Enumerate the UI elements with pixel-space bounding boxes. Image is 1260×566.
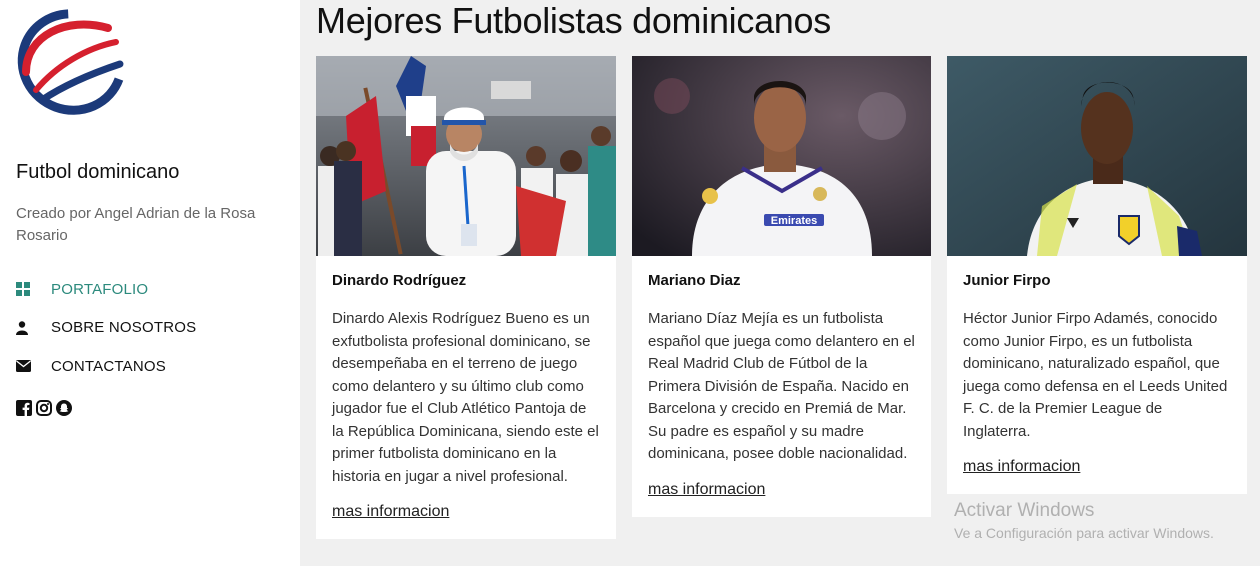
logo-graphic [17,9,127,115]
player-photo [316,56,616,256]
facebook-icon[interactable] [16,400,32,416]
player-description: Héctor Junior Firpo Adamés, conocido com… [963,310,1228,440]
more-info-link[interactable]: mas informacion [332,503,449,521]
activation-watermark-title: Activar Windows [954,500,1095,521]
player-card: Emirates Mariano Diaz Mariano Díaz Mejía… [632,56,931,517]
nav-item-portafolio[interactable]: PORTAFOLIO [16,270,196,309]
player-name: Dinardo Rodríguez [332,272,467,289]
player-description: Mariano Díaz Mejía es un futbolista espa… [648,310,915,462]
user-icon [16,320,36,336]
nav-item-sobre-nosotros[interactable]: SOBRE NOSOTROS [16,309,196,348]
nav-label: PORTAFOLIO [51,280,149,298]
nav-label: SOBRE NOSOTROS [51,319,197,337]
player-card: Junior Firpo Héctor Junior Firpo Adamés,… [947,56,1247,494]
nav-item-contactanos[interactable]: CONTACTANOS [16,347,196,386]
social-links [16,400,72,416]
activation-watermark-subtitle: Ve a Configuración para activar Windows. [954,525,1214,541]
player-description: Dinardo Alexis Rodríguez Bueno es un exf… [332,310,599,485]
grid-icon [16,281,36,297]
svg-text:Emirates: Emirates [771,215,817,227]
credit-text: Creado por Angel Adrian de la Rosa Rosar… [16,205,256,244]
more-info-link[interactable]: mas informacion [648,481,765,499]
nav-label: CONTACTANOS [51,357,166,375]
player-card: Dinardo Rodríguez Dinardo Alexis Rodrígu… [316,56,616,539]
page-title: Mejores Futbolistas dominicanos [316,0,831,41]
more-info-link[interactable]: mas informacion [963,458,1080,476]
sidebar: Futbol dominicano Creado por Angel Adria… [0,0,300,566]
envelope-icon [16,358,36,374]
player-photo: Emirates [632,56,931,256]
site-title: Futbol dominicano [16,161,180,183]
player-photo [947,56,1247,256]
player-name: Junior Firpo [963,272,1051,289]
instagram-icon[interactable] [36,400,52,416]
player-name: Mariano Diaz [648,272,741,289]
main-nav: PORTAFOLIO SOBRE NOSOTROS CONTACTANOS [16,270,196,386]
logo[interactable] [16,6,128,116]
snapchat-icon[interactable] [56,400,72,416]
